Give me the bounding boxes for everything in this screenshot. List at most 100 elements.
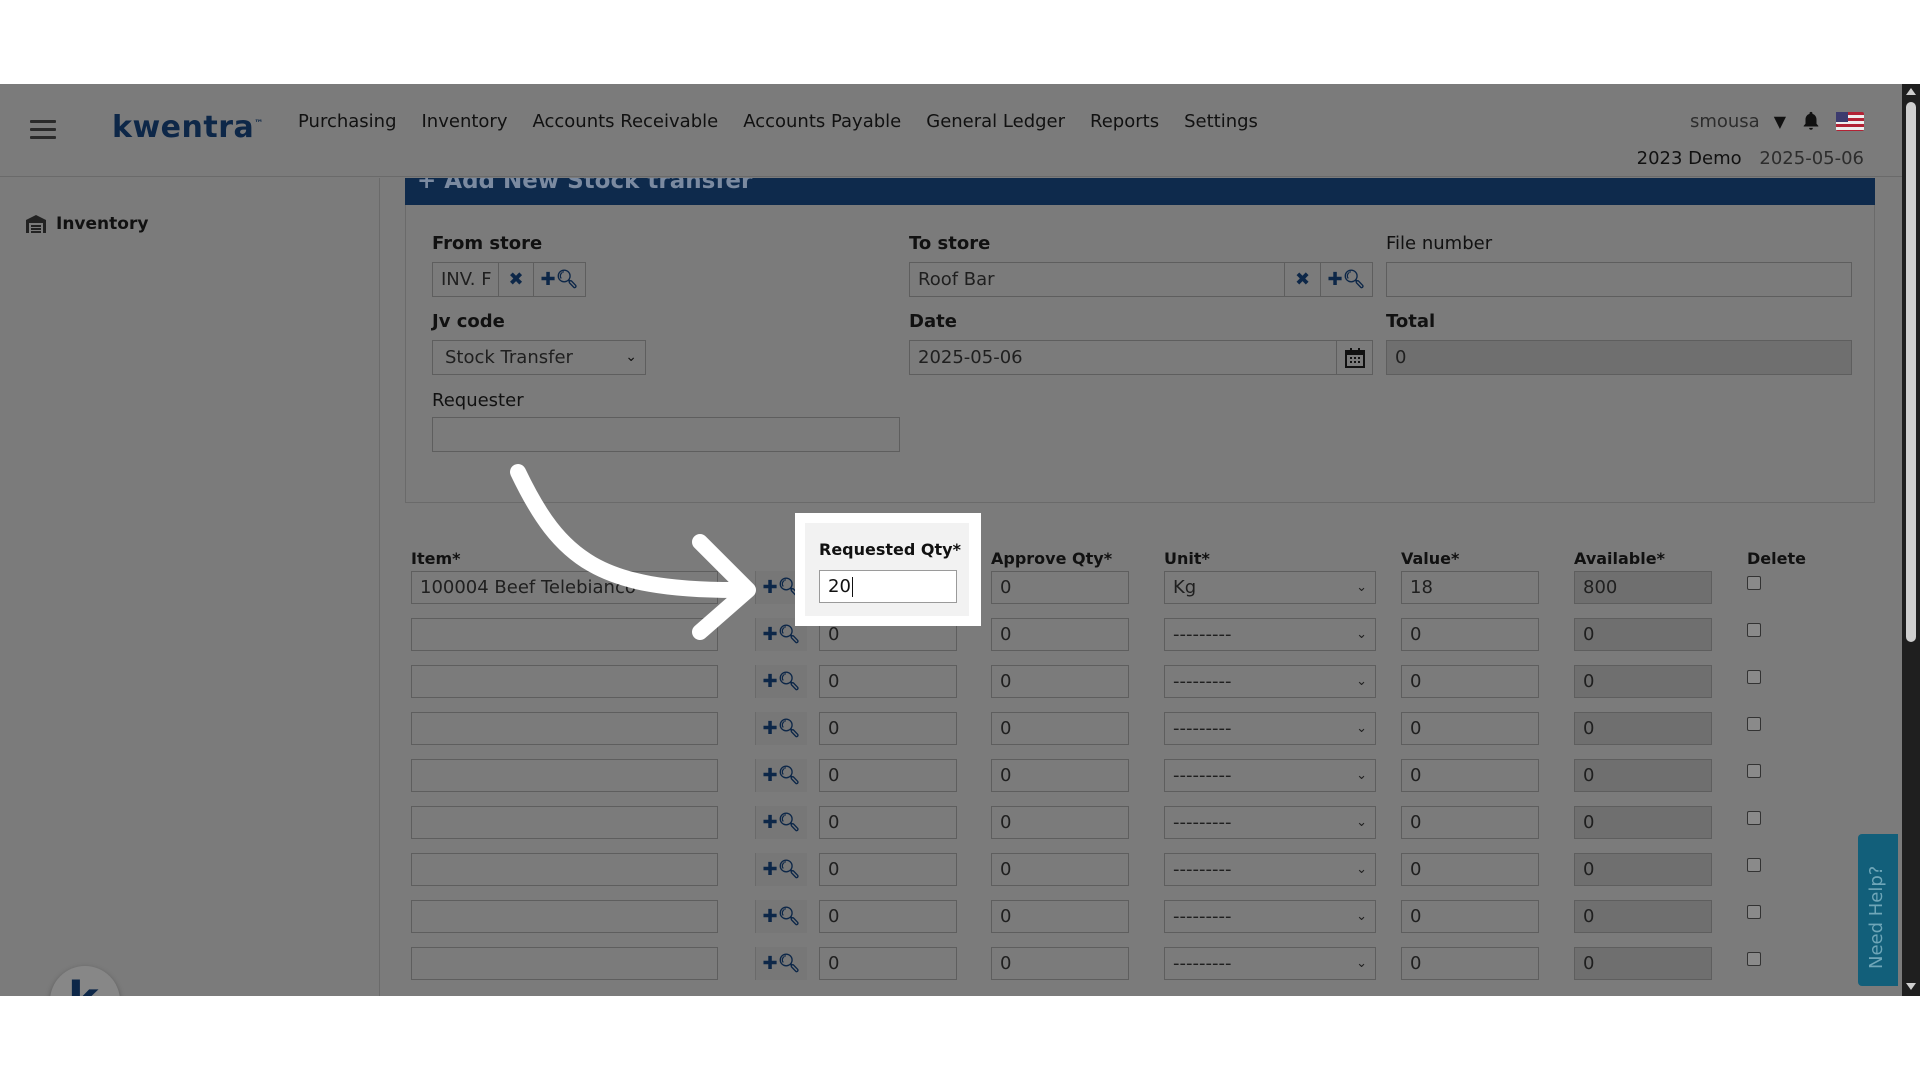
nav-inventory[interactable]: Inventory — [422, 111, 508, 132]
from-store-input[interactable]: INV. F — [432, 262, 499, 297]
approve-qty-input[interactable]: 0 — [991, 618, 1129, 651]
value-input[interactable]: 0 — [1401, 900, 1539, 933]
available-input: 0 — [1574, 947, 1712, 980]
item-input[interactable] — [411, 665, 718, 698]
item-input[interactable] — [411, 900, 718, 933]
nav-purchasing[interactable]: Purchasing — [298, 111, 397, 132]
unit-select[interactable]: --------- ⌄ — [1164, 853, 1376, 886]
chevron-down-icon[interactable]: ▼ — [1774, 112, 1786, 131]
value-input[interactable]: 18 — [1401, 571, 1539, 604]
approve-qty-input[interactable]: 0 — [991, 759, 1129, 792]
close-icon[interactable]: ✖ — [1284, 262, 1321, 297]
value-input[interactable]: 0 — [1401, 665, 1539, 698]
jv-code-select[interactable]: Stock Transfer ⌄ — [432, 340, 646, 375]
chevron-down-icon: ⌄ — [1356, 580, 1367, 595]
approve-qty-input[interactable]: 0 — [991, 712, 1129, 745]
to-store-input[interactable]: Roof Bar — [909, 262, 1285, 297]
nav-accounts-payable[interactable]: Accounts Payable — [743, 111, 901, 132]
delete-checkbox[interactable] — [1747, 670, 1761, 684]
main-nav: Purchasing Inventory Accounts Receivable… — [298, 111, 1283, 132]
nav-general-ledger[interactable]: General Ledger — [926, 111, 1065, 132]
requested-qty-input[interactable]: 0 — [819, 759, 957, 792]
value-input[interactable]: 0 — [1401, 853, 1539, 886]
value-input[interactable]: 0 — [1401, 806, 1539, 839]
delete-checkbox[interactable] — [1747, 905, 1761, 919]
approve-qty-input[interactable]: 0 — [991, 853, 1129, 886]
item-input[interactable] — [411, 712, 718, 745]
delete-checkbox[interactable] — [1747, 952, 1761, 966]
date-input[interactable]: 2025-05-06 — [909, 340, 1337, 375]
company-info: 2023 Demo 2025-05-06 — [1637, 148, 1864, 169]
unit-select[interactable]: --------- ⌄ — [1164, 947, 1376, 980]
value-input[interactable]: 0 — [1401, 712, 1539, 745]
approve-qty-input[interactable]: 0 — [991, 806, 1129, 839]
unit-select[interactable]: --------- ⌄ — [1164, 806, 1376, 839]
add-search-icon[interactable]: ✚🔍︎ — [755, 853, 807, 886]
approve-qty-input[interactable]: 0 — [991, 571, 1129, 604]
requested-qty-input[interactable]: 0 — [819, 853, 957, 886]
item-input[interactable] — [411, 618, 718, 651]
available-input: 0 — [1574, 900, 1712, 933]
close-icon[interactable]: ✖ — [498, 262, 534, 297]
nav-settings[interactable]: Settings — [1184, 111, 1258, 132]
item-input[interactable] — [411, 947, 718, 980]
unit-select[interactable]: --------- ⌄ — [1164, 900, 1376, 933]
add-search-icon[interactable]: ✚🔍︎ — [533, 262, 586, 297]
unit-select[interactable]: --------- ⌄ — [1164, 618, 1376, 651]
delete-checkbox[interactable] — [1747, 858, 1761, 872]
available-input: 800 — [1574, 571, 1712, 604]
kwentra-logo[interactable]: kwentra™ — [112, 110, 264, 145]
requested-qty-input[interactable]: 0 — [819, 947, 957, 980]
menu-icon[interactable] — [30, 120, 56, 140]
requested-qty-input[interactable]: 0 — [819, 665, 957, 698]
delete-checkbox[interactable] — [1747, 623, 1761, 637]
scroll-down-icon[interactable] — [1906, 983, 1916, 990]
chevron-down-icon: ⌄ — [1356, 627, 1367, 642]
delete-checkbox[interactable] — [1747, 717, 1761, 731]
item-input[interactable]: 100004 Beef Telebianco — [411, 571, 718, 604]
add-search-icon[interactable]: ✚🔍︎ — [755, 947, 807, 980]
requester-label: Requester — [432, 390, 524, 411]
item-input[interactable] — [411, 806, 718, 839]
add-search-icon[interactable]: ✚🔍︎ — [755, 712, 807, 745]
approve-qty-input[interactable]: 0 — [991, 947, 1129, 980]
nav-reports[interactable]: Reports — [1090, 111, 1159, 132]
item-input[interactable] — [411, 853, 718, 886]
kwentra-assistant-button[interactable]: k 19 — [50, 966, 120, 996]
page-scrollbar[interactable] — [1902, 84, 1920, 996]
us-flag-icon[interactable] — [1836, 111, 1864, 131]
requested-qty-input[interactable]: 0 — [819, 900, 957, 933]
approve-qty-input[interactable]: 0 — [991, 665, 1129, 698]
add-search-icon[interactable]: ✚🔍︎ — [1320, 262, 1373, 297]
requested-qty-input[interactable]: 0 — [819, 806, 957, 839]
unit-value: Kg — [1173, 577, 1197, 598]
requester-input[interactable] — [432, 417, 900, 452]
unit-select[interactable]: --------- ⌄ — [1164, 712, 1376, 745]
delete-checkbox[interactable] — [1747, 764, 1761, 778]
file-number-input[interactable] — [1386, 262, 1852, 297]
need-help-tab[interactable]: Need Help? — [1858, 834, 1898, 986]
value-input[interactable]: 0 — [1401, 947, 1539, 980]
add-search-icon[interactable]: ✚🔍︎ — [755, 806, 807, 839]
delete-checkbox[interactable] — [1747, 811, 1761, 825]
unit-select[interactable]: Kg ⌄ — [1164, 571, 1376, 604]
value-input[interactable]: 0 — [1401, 618, 1539, 651]
user-menu[interactable]: smousa — [1690, 111, 1760, 132]
add-search-icon[interactable]: ✚🔍︎ — [755, 665, 807, 698]
delete-checkbox[interactable] — [1747, 576, 1761, 590]
calendar-icon[interactable] — [1336, 340, 1373, 375]
requested-qty-input[interactable]: 20 — [819, 570, 957, 603]
unit-select[interactable]: --------- ⌄ — [1164, 759, 1376, 792]
item-input[interactable] — [411, 759, 718, 792]
sidebar-item-inventory[interactable]: Inventory — [26, 214, 148, 234]
unit-select[interactable]: --------- ⌄ — [1164, 665, 1376, 698]
add-search-icon[interactable]: ✚🔍︎ — [755, 759, 807, 792]
bell-icon[interactable] — [1800, 110, 1822, 132]
value-input[interactable]: 0 — [1401, 759, 1539, 792]
scroll-up-icon[interactable] — [1906, 88, 1916, 95]
requested-qty-input[interactable]: 0 — [819, 712, 957, 745]
nav-accounts-receivable[interactable]: Accounts Receivable — [532, 111, 718, 132]
approve-qty-input[interactable]: 0 — [991, 900, 1129, 933]
add-search-icon[interactable]: ✚🔍︎ — [755, 900, 807, 933]
scrollbar-thumb[interactable] — [1906, 102, 1916, 642]
